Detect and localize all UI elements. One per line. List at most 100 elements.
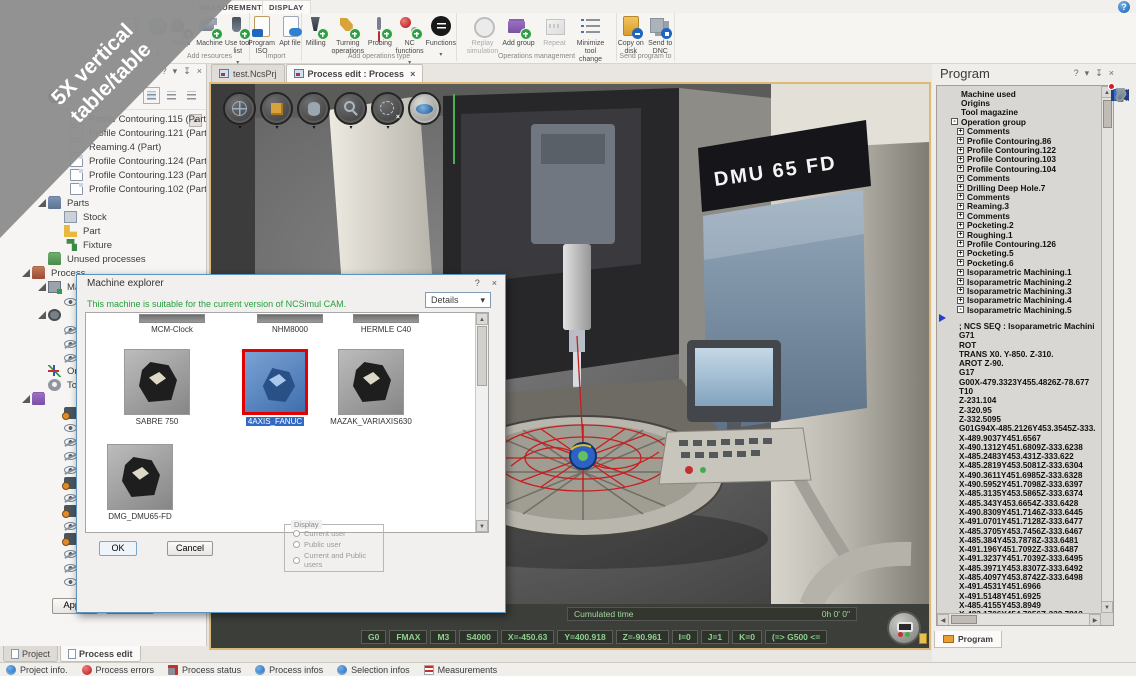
- gcode-line[interactable]: X-490.5952Y451.7098Z-333.6397: [959, 480, 1111, 489]
- iso-view-button[interactable]: [260, 92, 293, 125]
- help-icon[interactable]: ?: [1118, 1, 1130, 13]
- machine-thumbnail[interactable]: MAZAK_VARIAXIS630: [323, 349, 419, 427]
- expand-triangle-icon[interactable]: [54, 227, 62, 235]
- horizontal-scrollbar[interactable]: ◀ ▶: [937, 613, 1101, 625]
- program-tree-row[interactable]: + Comments: [941, 174, 1099, 183]
- chevron-down-icon[interactable]: ▾: [1085, 68, 1090, 79]
- gcode-line[interactable]: X-491.4531Y451.6966: [959, 582, 1111, 591]
- list-view-button-1[interactable]: [143, 87, 160, 104]
- status-bar-item[interactable]: Selection infos: [337, 665, 410, 675]
- vertical-scrollbar[interactable]: ▲ ▼: [1101, 86, 1113, 613]
- tree-row[interactable]: Profile Contouring.124 (Part): [0, 154, 206, 168]
- program-tree-row[interactable]: Tool magazine: [941, 108, 1099, 117]
- refresh-view-button[interactable]: [408, 92, 441, 125]
- radio-current-public-users[interactable]: Current and Public users: [293, 551, 383, 569]
- expand-box-icon[interactable]: +: [957, 297, 964, 304]
- machine-image[interactable]: [107, 444, 173, 510]
- tab-program[interactable]: Program: [934, 631, 1002, 648]
- program-tree-row[interactable]: + Profile Contouring.122: [941, 145, 1099, 154]
- gcode-line[interactable]: X-485.4097Y453.8742Z-333.6498: [959, 573, 1111, 582]
- gcode-line[interactable]: Z-231.104: [959, 396, 1111, 405]
- program-tree-row[interactable]: + Profile Contouring.104: [941, 164, 1099, 173]
- ribbon-item[interactable]: Apt file: [277, 15, 303, 56]
- gcode-line[interactable]: X-485.3135Y453.5865Z-333.6374: [959, 489, 1111, 498]
- dialog-cancel-button[interactable]: Cancel: [167, 541, 213, 556]
- list-view-button-2[interactable]: [163, 87, 180, 104]
- close-icon[interactable]: ×: [1109, 68, 1114, 79]
- expand-box-icon[interactable]: +: [957, 212, 964, 219]
- gcode-line[interactable]: X-485.3705Y453.7456Z-333.6467: [959, 527, 1111, 536]
- gcode-line[interactable]: X-490.1312Y451.6809Z-333.6238: [959, 443, 1111, 452]
- expand-triangle-icon[interactable]: [60, 171, 68, 179]
- list-view-button-3[interactable]: [183, 87, 200, 104]
- chevron-down-icon[interactable]: ▾: [260, 125, 294, 132]
- tab-display[interactable]: DISPLAY: [262, 0, 311, 14]
- status-bar-item[interactable]: Project info.: [6, 665, 68, 675]
- program-tree-row[interactable]: + Drilling Deep Hole.7: [941, 183, 1099, 192]
- expand-box-icon[interactable]: +: [957, 193, 964, 200]
- scrollbar-thumb[interactable]: [951, 615, 977, 624]
- chevron-down-icon[interactable]: ▾: [371, 125, 405, 132]
- view-orientation-button[interactable]: [223, 92, 256, 125]
- scrollbar-thumb[interactable]: [1103, 100, 1112, 128]
- gcode-line[interactable]: ; NCS SEQ : Isoparametric Machini: [959, 322, 1111, 331]
- machine-thumbnail[interactable]: MCM-Clock: [124, 314, 220, 334]
- status-bar-item[interactable]: Process errors: [82, 665, 155, 675]
- gcode-line[interactable]: X-485.384Y453.7878Z-333.6481: [959, 536, 1111, 545]
- expand-triangle-icon[interactable]: [60, 157, 68, 165]
- expand-triangle-icon[interactable]: [54, 521, 62, 529]
- expand-box-icon[interactable]: +: [957, 269, 964, 276]
- expand-triangle-icon[interactable]: [54, 493, 62, 501]
- gcode-line[interactable]: Z-332.5095: [959, 415, 1111, 424]
- gcode-line[interactable]: G01G94X-485.2126Y453.3545Z-333.: [959, 424, 1111, 433]
- expand-triangle-icon[interactable]: [54, 409, 62, 417]
- expand-box-icon[interactable]: +: [957, 184, 964, 191]
- program-tree-row[interactable]: - Operation group: [941, 117, 1099, 126]
- pin-icon[interactable]: ↧: [1095, 68, 1103, 79]
- expand-triangle-icon[interactable]: [54, 297, 62, 305]
- program-tree-row[interactable]: + Pocketing.5: [941, 249, 1099, 258]
- chevron-down-icon[interactable]: ▾: [66, 94, 69, 101]
- expand-triangle-icon[interactable]: [38, 199, 46, 207]
- gcode-line[interactable]: X-485.2819Y453.5081Z-333.6304: [959, 461, 1111, 470]
- machine-thumbnail[interactable]: NHM8000: [242, 314, 338, 334]
- expand-triangle-icon[interactable]: [54, 577, 62, 585]
- chevron-down-icon[interactable]: ▾: [297, 125, 331, 132]
- help-icon[interactable]: ?: [475, 278, 480, 288]
- gcode-line[interactable]: TRANS X0. Y-850. Z-310.: [959, 350, 1111, 359]
- tab-project-file[interactable]: test.NcsPrj: [211, 64, 285, 82]
- gcode-line[interactable]: X-491.3237Y451.7039Z-333.6495: [959, 554, 1111, 563]
- expand-triangle-icon[interactable]: [54, 535, 62, 543]
- gcode-line[interactable]: X-491.0701Y451.7128Z-333.6477: [959, 517, 1111, 526]
- expand-triangle-icon[interactable]: [38, 367, 46, 375]
- expand-triangle-icon[interactable]: [38, 311, 46, 319]
- expand-box-icon[interactable]: +: [957, 147, 964, 154]
- machine-thumbnail[interactable]: HERMLE C40: [338, 314, 434, 334]
- tree-row[interactable]: Unused processes: [0, 252, 206, 266]
- expand-triangle-icon[interactable]: [22, 269, 30, 277]
- ribbon-item[interactable]: Copy: [117, 15, 143, 59]
- program-content[interactable]: Machine used Origins Tool magazine -: [936, 85, 1114, 626]
- radio-public-user[interactable]: Public user: [293, 540, 383, 549]
- expand-box-icon[interactable]: +: [957, 222, 964, 229]
- expand-box-icon[interactable]: -: [957, 306, 964, 313]
- gcode-line[interactable]: T10: [959, 387, 1111, 396]
- gcode-line[interactable]: X-485.3971Y453.8307Z-333.6492: [959, 564, 1111, 573]
- program-tree-row[interactable]: + Profile Contouring.86: [941, 136, 1099, 145]
- chevron-down-icon[interactable]: ▾: [173, 66, 178, 77]
- gcode-line[interactable]: AROT Z-90.: [959, 359, 1111, 368]
- status-bar-item[interactable]: Process infos: [255, 665, 323, 675]
- selection-button[interactable]: ×: [371, 92, 404, 125]
- expand-triangle-icon[interactable]: [60, 143, 68, 151]
- program-tree-row[interactable]: + Isoparametric Machining.4: [941, 296, 1099, 305]
- pin-icon[interactable]: ↧: [183, 66, 191, 77]
- close-icon[interactable]: ×: [410, 69, 415, 79]
- program-tree-row[interactable]: + Reaming.3: [941, 202, 1099, 211]
- expand-triangle-icon[interactable]: [54, 423, 62, 431]
- expand-triangle-icon[interactable]: [54, 591, 62, 592]
- expand-box-icon[interactable]: +: [957, 240, 964, 247]
- program-tree-row[interactable]: + Pocketing.6: [941, 258, 1099, 267]
- section-view-button[interactable]: [297, 92, 330, 125]
- machine-image[interactable]: [124, 349, 190, 415]
- tree-row[interactable]: Profile Contouring.123 (Part): [0, 168, 206, 182]
